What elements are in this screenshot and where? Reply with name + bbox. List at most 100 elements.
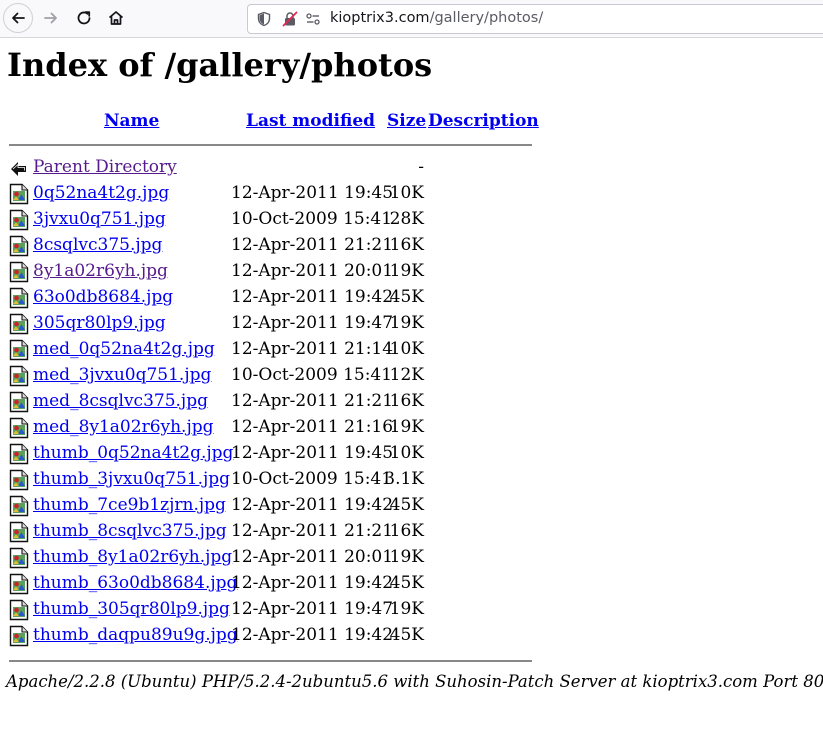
shield-icon[interactable] bbox=[256, 11, 272, 27]
list-item: thumb_0q52na4t2g.jpg 12-Apr-2011 19:45 10K bbox=[0, 442, 823, 468]
insecure-lock-icon[interactable] bbox=[282, 11, 298, 27]
list-item: thumb_63o0db8684.jpg 12-Apr-2011 19:42 45K bbox=[0, 572, 823, 598]
file-modified: 10-Oct-2009 15:41 bbox=[231, 209, 393, 229]
address-bar[interactable]: kioptrix3.com/gallery/photos/ bbox=[247, 4, 823, 34]
browser-toolbar: kioptrix3.com/gallery/photos/ bbox=[0, 0, 823, 38]
file-link[interactable]: med_0q52na4t2g.jpg bbox=[33, 339, 215, 359]
file-size: 10K bbox=[389, 339, 424, 359]
file-size: 45K bbox=[389, 573, 424, 593]
reload-icon bbox=[77, 11, 91, 25]
list-item: thumb_3jvxu0q751.jpg 10-Oct-2009 15:41 3.1… bbox=[0, 468, 823, 494]
file-size: 45K bbox=[389, 495, 424, 515]
forward-button[interactable] bbox=[36, 3, 66, 33]
url-host: kioptrix3.com bbox=[330, 10, 430, 26]
arrow-left-icon bbox=[12, 12, 25, 24]
image-file-icon bbox=[9, 573, 29, 595]
server-signature: Apache/2.2.8 (Ubuntu) PHP/5.2.4-2ubuntu5… bbox=[6, 672, 823, 691]
file-link[interactable]: 63o0db8684.jpg bbox=[33, 287, 173, 307]
list-item: thumb_305qr80lp9.jpg 12-Apr-2011 19:47 19K bbox=[0, 598, 823, 624]
file-modified: 12-Apr-2011 19:47 bbox=[231, 599, 394, 619]
file-size: 19K bbox=[389, 599, 424, 619]
list-item: med_8csqlvc375.jpg 12-Apr-2011 21:21 16K bbox=[0, 390, 823, 416]
file-modified: 12-Apr-2011 19:42 bbox=[231, 495, 394, 515]
parent-directory-link[interactable]: Parent Directory bbox=[33, 157, 177, 177]
file-modified: 12-Apr-2011 19:42 bbox=[231, 573, 394, 593]
file-modified: 12-Apr-2011 19:42 bbox=[231, 287, 394, 307]
file-modified: 12-Apr-2011 19:45 bbox=[231, 183, 394, 203]
image-file-icon bbox=[9, 495, 29, 517]
file-link[interactable]: 305qr80lp9.jpg bbox=[33, 313, 166, 333]
column-header-description[interactable]: Description bbox=[428, 111, 539, 131]
list-item: med_0q52na4t2g.jpg 12-Apr-2011 21:14 10K bbox=[0, 338, 823, 364]
file-size: 3.1K bbox=[384, 469, 424, 489]
file-link[interactable]: med_3jvxu0q751.jpg bbox=[33, 365, 211, 385]
permissions-icon[interactable] bbox=[305, 11, 321, 27]
file-link[interactable]: 3jvxu0q751.jpg bbox=[33, 209, 166, 229]
image-file-icon bbox=[9, 521, 29, 543]
file-size: 16K bbox=[389, 521, 424, 541]
image-file-icon bbox=[9, 313, 29, 335]
file-link[interactable]: 0q52na4t2g.jpg bbox=[33, 183, 169, 203]
file-modified: 12-Apr-2011 21:21 bbox=[231, 235, 394, 255]
list-item: thumb_8csqlvc375.jpg 12-Apr-2011 21:21 16K bbox=[0, 520, 823, 546]
file-link[interactable]: 8y1a02r6yh.jpg bbox=[33, 261, 168, 281]
url-path: /gallery/photos/ bbox=[429, 10, 544, 26]
file-link[interactable]: thumb_305qr80lp9.jpg bbox=[33, 599, 230, 619]
file-link[interactable]: thumb_daqpu89u9g.jpg bbox=[33, 625, 238, 645]
file-size: 10K bbox=[389, 183, 424, 203]
file-size: 19K bbox=[389, 547, 424, 567]
file-size: 19K bbox=[389, 261, 424, 281]
file-link[interactable]: 8csqlvc375.jpg bbox=[33, 235, 162, 255]
list-item: 0q52na4t2g.jpg 12-Apr-2011 19:45 10K bbox=[0, 182, 823, 208]
page-title: Index of /gallery/photos bbox=[7, 46, 433, 84]
file-link[interactable]: thumb_0q52na4t2g.jpg bbox=[33, 443, 233, 463]
image-file-icon bbox=[9, 183, 29, 205]
file-size: 19K bbox=[389, 417, 424, 437]
file-link[interactable]: thumb_63o0db8684.jpg bbox=[33, 573, 237, 593]
file-link[interactable]: thumb_7ce9b1zjrn.jpg bbox=[33, 495, 226, 515]
file-size: - bbox=[418, 157, 424, 177]
arrow-right-icon bbox=[44, 12, 57, 24]
back-button[interactable] bbox=[3, 3, 33, 33]
file-link[interactable]: thumb_8csqlvc375.jpg bbox=[33, 521, 227, 541]
image-file-icon bbox=[9, 391, 29, 413]
file-modified: 10-Oct-2009 15:41 bbox=[231, 469, 393, 489]
file-modified: 12-Apr-2011 21:14 bbox=[231, 339, 394, 359]
image-file-icon bbox=[9, 339, 29, 361]
file-modified: 12-Apr-2011 19:42 bbox=[231, 625, 394, 645]
file-modified: 12-Apr-2011 20:01 bbox=[231, 547, 394, 567]
list-item: med_3jvxu0q751.jpg 10-Oct-2009 15:41 12K bbox=[0, 364, 823, 390]
file-modified: 10-Oct-2009 15:41 bbox=[231, 365, 393, 385]
column-header-size[interactable]: Size bbox=[387, 111, 426, 131]
image-file-icon bbox=[9, 261, 29, 283]
list-item: thumb_7ce9b1zjrn.jpg 12-Apr-2011 19:42 45K bbox=[0, 494, 823, 520]
home-button[interactable] bbox=[101, 3, 131, 33]
file-modified: 12-Apr-2011 19:47 bbox=[231, 313, 394, 333]
url-text[interactable]: kioptrix3.com/gallery/photos/ bbox=[330, 10, 543, 26]
file-link[interactable]: med_8y1a02r6yh.jpg bbox=[33, 417, 214, 437]
footer-divider bbox=[9, 660, 532, 662]
file-modified: 12-Apr-2011 21:21 bbox=[231, 391, 394, 411]
image-file-icon bbox=[9, 443, 29, 465]
image-file-icon bbox=[9, 209, 29, 231]
list-item: 8csqlvc375.jpg 12-Apr-2011 21:21 16K bbox=[0, 234, 823, 260]
image-file-icon bbox=[9, 287, 29, 309]
file-modified: 12-Apr-2011 21:16 bbox=[231, 417, 394, 437]
back-folder-icon bbox=[11, 162, 26, 176]
file-size: 16K bbox=[389, 391, 424, 411]
header-divider bbox=[9, 144, 532, 146]
file-link[interactable]: thumb_3jvxu0q751.jpg bbox=[33, 469, 230, 489]
file-size: 16K bbox=[389, 235, 424, 255]
column-header-last-modified[interactable]: Last modified bbox=[246, 111, 375, 131]
file-size: 45K bbox=[389, 287, 424, 307]
home-icon bbox=[108, 11, 124, 25]
list-item: Parent Directory - bbox=[0, 156, 823, 182]
column-header-name[interactable]: Name bbox=[104, 111, 159, 131]
file-link[interactable]: med_8csqlvc375.jpg bbox=[33, 391, 208, 411]
list-item: 8y1a02r6yh.jpg 12-Apr-2011 20:01 19K bbox=[0, 260, 823, 286]
reload-button[interactable] bbox=[69, 3, 99, 33]
file-modified: 12-Apr-2011 20:01 bbox=[231, 261, 394, 281]
list-item: 3jvxu0q751.jpg 10-Oct-2009 15:41 28K bbox=[0, 208, 823, 234]
file-link[interactable]: thumb_8y1a02r6yh.jpg bbox=[33, 547, 232, 567]
image-file-icon bbox=[9, 469, 29, 491]
